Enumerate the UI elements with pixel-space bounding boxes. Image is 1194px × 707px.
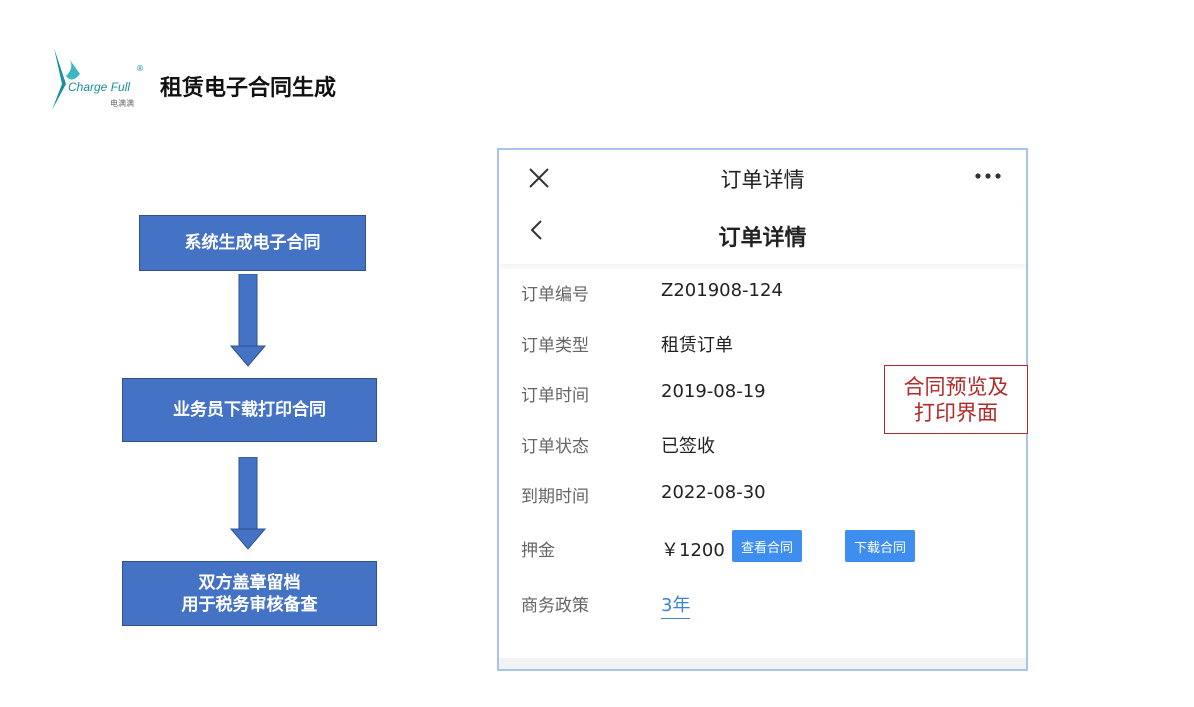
row-label: 押金: [521, 541, 555, 561]
nav-bar: 订单详情: [499, 206, 1026, 264]
logo-subtext: 电满满: [110, 99, 134, 108]
order-number-value: Z201908-124: [661, 280, 783, 301]
flow-step-generate-contract: 系统生成电子合同: [139, 215, 366, 271]
top-bar: 订单详情: [499, 150, 1026, 206]
registered-mark: ®: [136, 64, 144, 73]
row-label: 订单状态: [521, 437, 589, 457]
flow-arrow-down-icon: [230, 274, 266, 367]
deposit-value: ￥1200: [661, 540, 725, 561]
slide-title: 租赁电子合同生成: [160, 76, 337, 101]
charge-full-logo: Charge Full 电满满 ®: [40, 44, 150, 114]
flow-arrow-down-icon: [230, 457, 266, 550]
panel-footer: [499, 658, 1026, 669]
order-type-value: 租赁订单: [661, 335, 733, 356]
order-type-row: 订单类型 租赁订单: [499, 323, 1026, 363]
annotation-line2: 打印界面: [914, 400, 998, 425]
flow-step-label: 系统生成电子合同: [184, 233, 321, 253]
row-label: 订单类型: [521, 336, 589, 356]
row-label: 订单编号: [521, 285, 589, 305]
row-label: 商务政策: [521, 596, 589, 616]
flow-step-label-line2: 用于税务审核备查: [181, 594, 318, 615]
business-policy-link[interactable]: 3年: [661, 591, 691, 619]
annotation-callout: 合同预览及 打印界面: [884, 365, 1028, 434]
expiry-time-value: 2022-08-30: [661, 482, 766, 503]
order-number-row: 订单编号 Z201908-124: [499, 272, 1026, 312]
view-contract-button[interactable]: 查看合同: [732, 530, 802, 562]
top-bar-title: 订单详情: [720, 168, 805, 192]
logo-mark-icon: [52, 48, 80, 110]
annotation-line1: 合同预览及: [903, 374, 1009, 399]
logo-text: Charge Full: [68, 80, 131, 94]
order-time-value: 2019-08-19: [661, 381, 766, 402]
row-label: 到期时间: [521, 487, 589, 507]
order-status-value: 已签收: [661, 436, 715, 457]
download-contract-button[interactable]: 下载合同: [845, 530, 915, 562]
flow-step-label: 业务员下载打印合同: [173, 400, 326, 420]
flow-step-stamp-archive: 双方盖章留档 用于税务审核备查: [122, 561, 377, 626]
deposit-row: 押金 ￥1200 查看合同 下载合同: [499, 528, 1026, 568]
more-icon[interactable]: [973, 168, 1003, 184]
business-policy-row: 商务政策 3年: [499, 583, 1026, 623]
page-title: 订单详情: [718, 226, 807, 251]
flow-step-download-print: 业务员下载打印合同: [122, 378, 377, 442]
expiry-time-row: 到期时间 2022-08-30: [499, 474, 1026, 514]
flow-step-label-line1: 双方盖章留档: [198, 572, 301, 593]
row-label: 订单时间: [521, 386, 589, 406]
